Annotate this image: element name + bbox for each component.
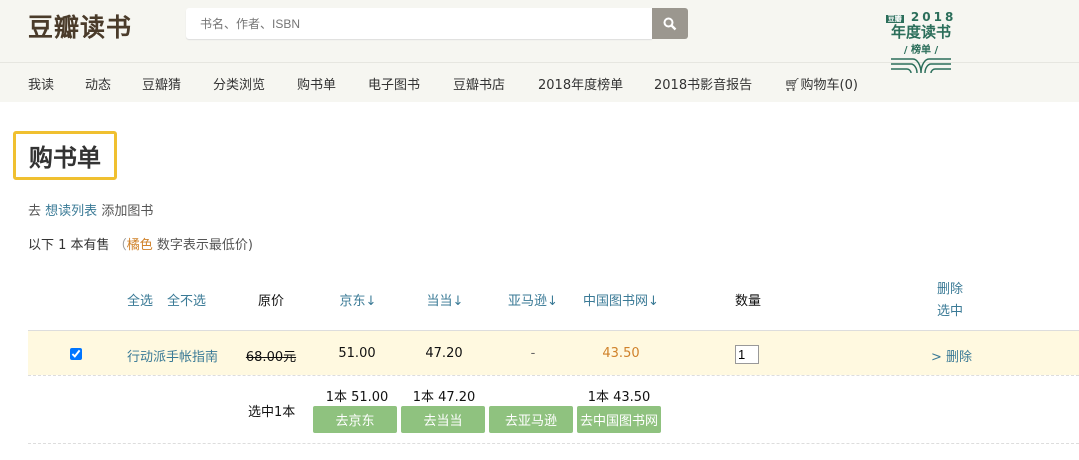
go-jd-button[interactable]: 去京东 [313, 406, 397, 433]
original-price: 68.00元 [245, 350, 297, 365]
logo[interactable]: 豆瓣读书 [28, 8, 132, 44]
nav-item-report[interactable]: 2018书影音报告 [654, 74, 752, 93]
divider [28, 443, 1079, 444]
row-checkbox[interactable] [70, 348, 82, 360]
col-original: 原价 [257, 294, 285, 309]
sale-count: 以下 1 本有售 [28, 238, 110, 253]
sort-amazon[interactable]: 亚马逊↓ [508, 290, 558, 309]
nav-item-buylist[interactable]: 购书单 [297, 74, 336, 93]
badge-year: 2018 [910, 10, 957, 24]
hint-line: 去 想读列表 添加图书 [28, 200, 153, 219]
delete-selected-link-1[interactable]: 删除 [937, 278, 963, 297]
orange-word: 橘色 [126, 238, 153, 253]
nav-item-guess[interactable]: 豆瓣猜 [142, 74, 181, 93]
price-jd: 51.00 [338, 346, 376, 361]
col-qty: 数量 [734, 294, 762, 309]
summary-dangdang: 1本 47.20 [412, 390, 476, 405]
book-title-link[interactable]: 行动派手帐指南 [127, 346, 218, 365]
cart-label: 购物车(0) [800, 78, 858, 93]
summary-jd: 1本 51.00 [325, 390, 389, 405]
sort-dangdang[interactable]: 当当↓ [427, 290, 464, 309]
nav-item-browse[interactable]: 分类浏览 [213, 74, 265, 93]
select-all-link[interactable]: 全选 [127, 290, 153, 309]
book-icon [891, 58, 951, 74]
nav-item-annual-list[interactable]: 2018年度榜单 [538, 74, 623, 93]
price-dangdang: 47.20 [425, 346, 463, 361]
annual-badge[interactable]: 豆瓣 2018 年度读书 / 榜单 / [885, 10, 957, 78]
go-dangdang-button[interactable]: 去当当 [401, 406, 485, 433]
nav-item-activity[interactable]: 动态 [85, 74, 111, 93]
search-icon [663, 17, 677, 30]
delete-selected-link-2[interactable]: 选中 [937, 300, 963, 319]
price-china: 43.50 [602, 346, 640, 361]
select-none-link[interactable]: 全不选 [167, 290, 206, 309]
selected-count: 选中1本 [248, 405, 296, 420]
go-amazon-button[interactable]: 去亚马逊 [489, 406, 573, 433]
wishlist-link[interactable]: 想读列表 [45, 204, 97, 219]
page-title: 购书单 [13, 131, 117, 180]
badge-tag: 豆瓣 [885, 15, 904, 23]
delete-row-link[interactable]: > 删除 [931, 346, 972, 365]
badge-sub: 榜单 [911, 45, 931, 56]
hint-suffix: 添加图书 [101, 204, 154, 219]
sale-info: 以下 1 本有售 （橘色 数字表示最低价) [28, 234, 253, 253]
summary-china: 1本 43.50 [587, 390, 651, 405]
divider [28, 375, 1079, 376]
search-button[interactable] [652, 8, 688, 39]
go-china-button[interactable]: 去中国图书网 [577, 406, 661, 433]
sale-note: 数字表示最低价) [156, 238, 253, 253]
badge-title: 年度读书 [890, 23, 951, 41]
quantity-input[interactable] [735, 345, 759, 364]
sort-china[interactable]: 中国图书网↓ [583, 290, 659, 309]
nav-item-my-reading[interactable]: 我读 [28, 74, 54, 93]
price-amazon: - [530, 346, 536, 361]
paren: （ [113, 238, 127, 253]
nav-item-cart[interactable]: 🛒︎购物车(0) [784, 74, 858, 93]
nav-item-store[interactable]: 豆瓣书店 [453, 74, 505, 93]
cart-icon: 🛒︎ [784, 78, 801, 93]
search-input[interactable] [186, 8, 652, 39]
nav-item-ebooks[interactable]: 电子图书 [368, 74, 420, 93]
hint-prefix: 去 [28, 204, 42, 219]
sort-jd[interactable]: 京东↓ [340, 290, 377, 309]
